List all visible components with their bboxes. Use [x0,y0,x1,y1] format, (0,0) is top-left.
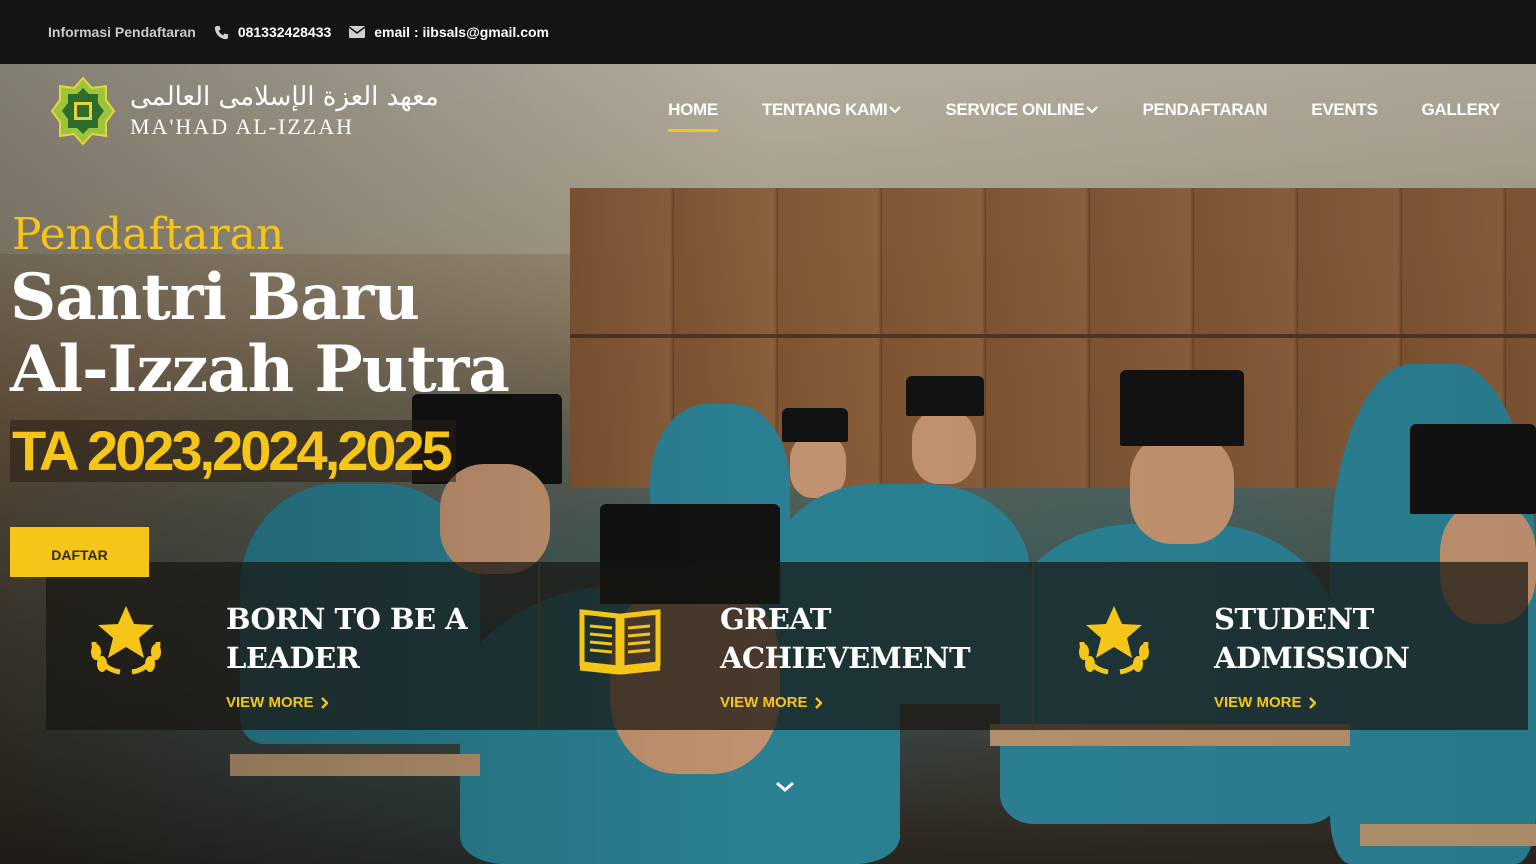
feature-band: BORN TO BE A LEADER VIEW MORE GREAT ACHI… [46,562,1528,730]
view-more-link[interactable]: VIEW MORE [720,694,822,711]
chevron-down-icon [889,106,902,114]
star-laurel-icon [91,606,161,675]
feature-title-line2: LEADER [226,641,360,675]
chevron-right-icon [320,696,328,709]
nav-label: PENDAFTARAN [1142,100,1268,119]
chevron-down-icon [1086,106,1099,114]
hero-title-line2: Al-Izzah Putra [10,332,510,407]
feature-card: BORN TO BE A LEADER VIEW MORE [46,562,540,730]
view-more-link[interactable]: VIEW MORE [226,694,328,711]
feature-card: STUDENT ADMISSION VIEW MORE [1034,562,1528,730]
nav-item-pendaftaran[interactable]: PENDAFTARAN [1142,100,1267,120]
feature-title: BORN TO BE A LEADER [226,600,468,678]
view-more-label: VIEW MORE [1214,694,1302,711]
open-book-icon [579,609,661,675]
star-laurel-icon [1079,606,1149,675]
hero-year: TA 2023,2024,2025 [10,420,456,482]
scroll-down-chevron-icon[interactable] [774,780,796,794]
phone-icon [214,25,228,39]
email-contact[interactable]: email : iibsals@gmail.com [349,24,549,40]
feature-title-line1: GREAT [720,602,831,636]
nav-item-service-online[interactable]: SERVICE ONLINE [945,100,1099,120]
feature-title: STUDENT ADMISSION [1214,600,1410,678]
logo-latin-text: MA'HAD AL-IZZAH [130,114,354,139]
logo-arabic-text: معهد العزة الإسلامى العالمى [130,82,439,112]
envelope-icon [349,26,366,38]
nav-label: TENTANG KAMI [761,100,888,119]
nav-item-tentang-kami[interactable]: TENTANG KAMI [761,100,902,120]
feature-title-line1: STUDENT [1214,602,1374,636]
feature-title-line2: ACHIEVEMENT [720,641,971,675]
al-izzah-emblem-icon [50,76,116,146]
email-address: email : iibsals@gmail.com [374,24,549,40]
daftar-button[interactable]: DAFTAR [10,527,149,577]
feature-card: GREAT ACHIEVEMENT VIEW MORE [540,562,1034,730]
nav-item-events[interactable]: EVENTS [1311,100,1378,120]
phone-contact[interactable]: 081332428433 [214,24,331,40]
nav-item-gallery[interactable]: GALLERY [1422,100,1501,120]
chevron-right-icon [814,696,822,709]
phone-number: 081332428433 [237,24,332,40]
nav-label: SERVICE ONLINE [945,100,1085,119]
main-nav: HOME TENTANG KAMI SERVICE ONLINE PENDAFT… [624,100,1501,132]
nav-label: HOME [668,100,718,119]
feature-title: GREAT ACHIEVEMENT [720,600,971,678]
hero-title: Santri Baru Al-Izzah Putra [10,260,510,407]
hero-pretitle: Pendaftaran [12,209,285,260]
hero-title-line1: Santri Baru [10,260,420,335]
top-info-bar: Informasi Pendaftaran 081332428433 email… [0,0,1536,64]
view-more-label: VIEW MORE [720,694,808,711]
feature-title-line2: ADMISSION [1214,641,1410,675]
view-more-label: VIEW MORE [226,694,314,711]
site-logo[interactable]: معهد العزة الإسلامى العالمى MA'HAD AL-IZ… [50,76,439,146]
feature-title-line1: BORN TO BE A [226,602,468,636]
info-label: Informasi Pendaftaran [48,24,196,40]
hero-section: معهد العزة الإسلامى العالمى MA'HAD AL-IZ… [0,64,1536,864]
nav-item-home[interactable]: HOME [668,100,718,132]
nav-label: EVENTS [1311,100,1378,119]
chevron-right-icon [1308,696,1316,709]
view-more-link[interactable]: VIEW MORE [1214,694,1316,711]
nav-label: GALLERY [1421,100,1501,119]
